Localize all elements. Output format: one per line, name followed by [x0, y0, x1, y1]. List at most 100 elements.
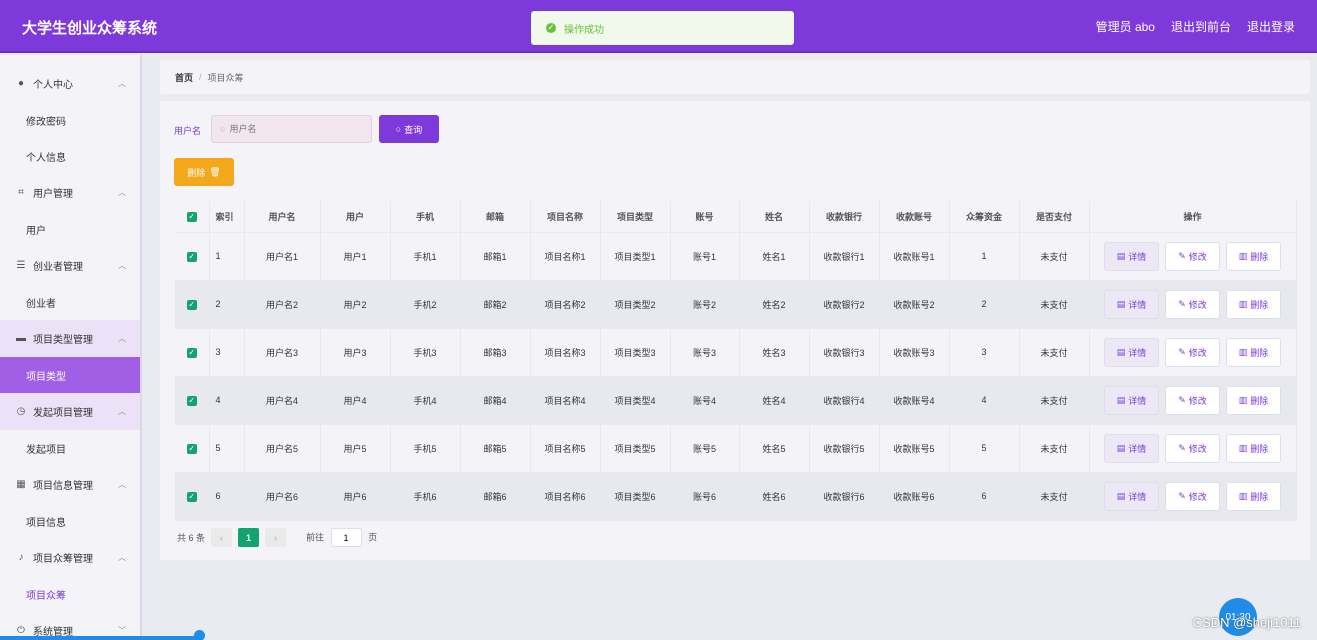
chevron-down-icon: ﹀: [118, 626, 126, 635]
sidebar-item-personal-info[interactable]: 个人信息: [0, 138, 140, 174]
chevron-up-icon: ︿: [118, 79, 126, 88]
chevron-up-icon: ︿: [118, 480, 126, 489]
search-field[interactable]: ○: [211, 115, 372, 143]
sidebar-item-launch-project[interactable]: 发起项目: [0, 430, 140, 466]
edit-button[interactable]: ✎ 修改: [1165, 241, 1220, 271]
sidebar-group-project-types[interactable]: ▬ 项目类型管理 ︿: [0, 320, 140, 357]
row-checkbox[interactable]: ✓: [175, 328, 210, 377]
column-header: 收款银行: [809, 201, 880, 233]
trash-icon: 🗑: [209, 166, 221, 177]
sidebar-group-personal[interactable]: ● 个人中心 ︿: [0, 65, 140, 102]
table-cell: 账号4: [670, 376, 740, 425]
row-checkbox[interactable]: ✓: [175, 232, 210, 281]
trash-icon: ▥: [1238, 346, 1248, 357]
edit-button[interactable]: ✎ 修改: [1165, 481, 1220, 511]
delete-button[interactable]: ▥ 删除: [1226, 433, 1281, 463]
table-cell: 项目类型6: [600, 472, 671, 521]
table-cell: 手机1: [390, 232, 461, 281]
row-checkbox[interactable]: ✓: [175, 376, 210, 425]
detail-button[interactable]: ▤ 详情: [1104, 385, 1159, 415]
sidebar-group-launch-projects[interactable]: ◷ 发起项目管理 ︿: [0, 393, 140, 430]
to-front-link[interactable]: 退出到前台: [1171, 18, 1231, 35]
power-icon: ⏻: [17, 625, 25, 636]
sidebar-group-project-info[interactable]: ▦ 项目信息管理 ︿: [0, 466, 140, 503]
sidebar-item-change-password[interactable]: 修改密码: [0, 102, 140, 138]
table-cell: 项目类型3: [600, 328, 671, 377]
batch-delete-button[interactable]: 删除 🗑: [174, 158, 234, 186]
table-cell: 项目类型5: [600, 424, 671, 473]
column-header: 操作: [1089, 201, 1297, 233]
logout-link[interactable]: 退出登录: [1247, 18, 1295, 35]
delete-button[interactable]: ▥ 删除: [1226, 289, 1281, 319]
table-cell: 4: [949, 376, 1020, 425]
check-circle-icon: ✓: [546, 23, 556, 33]
goto-page-input[interactable]: [330, 528, 362, 547]
sidebar-group-crowdfunding[interactable]: ♪ 项目众筹管理 ︿: [0, 539, 140, 576]
table-cell: 项目名称1: [530, 232, 601, 281]
main-content: 首页 / 项目众筹 用户名 ○ ○ 查询 删除 🗑 ✓: [160, 60, 1310, 560]
edit-button[interactable]: ✎ 修改: [1165, 433, 1220, 463]
edit-icon: ✎: [1178, 490, 1186, 501]
next-page-button[interactable]: ›: [265, 528, 287, 547]
delete-button[interactable]: ▥ 删除: [1226, 241, 1281, 271]
chevron-up-icon: ︿: [118, 553, 126, 562]
edit-button[interactable]: ✎ 修改: [1165, 289, 1220, 319]
table-cell: 未支付: [1019, 376, 1090, 425]
detail-button[interactable]: ▤ 详情: [1104, 481, 1159, 511]
column-header: 收款账号: [879, 201, 950, 233]
column-header: 账号: [670, 201, 740, 233]
table-cell: 姓名3: [739, 328, 810, 377]
edit-button[interactable]: ✎ 修改: [1165, 337, 1220, 367]
table-row: ✓ 1 用户名1 用户1 手机1 邮箱1 项目名称1 项目类型1 账号1 姓名1 收款银行1 收款账号…: [175, 232, 1297, 281]
edit-icon: ✎: [1178, 250, 1186, 261]
column-header: 众筹资金: [949, 201, 1020, 233]
query-button[interactable]: ○ 查询: [379, 115, 439, 143]
search-label: 用户名: [174, 126, 202, 136]
toast-message: 操作成功: [564, 24, 604, 36]
delete-button[interactable]: ▥ 删除: [1226, 385, 1281, 415]
crop-icon: ⌗: [18, 187, 24, 198]
table-cell: 收款银行4: [809, 376, 880, 425]
page-number-button[interactable]: 1: [238, 528, 260, 547]
video-progress-bar[interactable]: [0, 636, 200, 640]
prev-page-button[interactable]: ‹: [211, 528, 233, 547]
table-cell: 6: [949, 472, 1020, 521]
sidebar-item-project-type[interactable]: 项目类型: [0, 357, 140, 393]
detail-button[interactable]: ▤ 详情: [1104, 241, 1159, 271]
video-progress-handle[interactable]: [194, 630, 205, 640]
table-cell: 姓名1: [739, 232, 810, 281]
search-input[interactable]: [229, 124, 360, 134]
column-header: 用户: [320, 201, 391, 233]
column-header: 项目类型: [600, 201, 671, 233]
table-cell: 邮箱5: [460, 424, 531, 473]
detail-button[interactable]: ▤ 详情: [1104, 433, 1159, 463]
sidebar-group-users[interactable]: ⌗ 用户管理 ︿: [0, 174, 140, 211]
detail-button[interactable]: ▤ 详情: [1104, 289, 1159, 319]
table-cell: 未支付: [1019, 472, 1090, 521]
row-checkbox[interactable]: ✓: [175, 424, 210, 473]
sidebar-group-entrepreneurs[interactable]: ☰ 创业者管理 ︿: [0, 247, 140, 284]
actions-cell: ▤ 详情 ✎ 修改 ▥ 删除: [1089, 472, 1297, 521]
document-icon: ▤: [1116, 298, 1126, 309]
sidebar-item-crowdfunding[interactable]: 项目众筹: [0, 576, 140, 612]
sidebar-item-user[interactable]: 用户: [0, 211, 140, 247]
list-panel: 用户名 ○ ○ 查询 删除 🗑 ✓ 索引 用户名: [160, 101, 1310, 560]
table-cell: 收款银行5: [809, 424, 880, 473]
table-cell: 收款账号2: [879, 280, 950, 329]
pagination-total: 共 6 条: [177, 533, 206, 543]
sidebar-item-entrepreneur[interactable]: 创业者: [0, 284, 140, 320]
table-cell: 未支付: [1019, 280, 1090, 329]
breadcrumb-home[interactable]: 首页: [175, 71, 193, 84]
detail-button[interactable]: ▤ 详情: [1104, 337, 1159, 367]
row-checkbox[interactable]: ✓: [175, 280, 210, 329]
table-row: ✓ 4 用户名4 用户4 手机4 邮箱4 项目名称4 项目类型4 账号4 姓名4 收款银行4 收款账号…: [175, 376, 1297, 425]
delete-button[interactable]: ▥ 删除: [1226, 337, 1281, 367]
delete-button[interactable]: ▥ 删除: [1226, 481, 1281, 511]
row-checkbox[interactable]: ✓: [175, 472, 210, 521]
table-cell: 项目名称2: [530, 280, 601, 329]
select-all-checkbox[interactable]: ✓: [175, 201, 210, 233]
column-header: 是否支付: [1019, 201, 1090, 233]
sidebar-item-project-info[interactable]: 项目信息: [0, 503, 140, 539]
table-cell: 未支付: [1019, 424, 1090, 473]
edit-button[interactable]: ✎ 修改: [1165, 385, 1220, 415]
